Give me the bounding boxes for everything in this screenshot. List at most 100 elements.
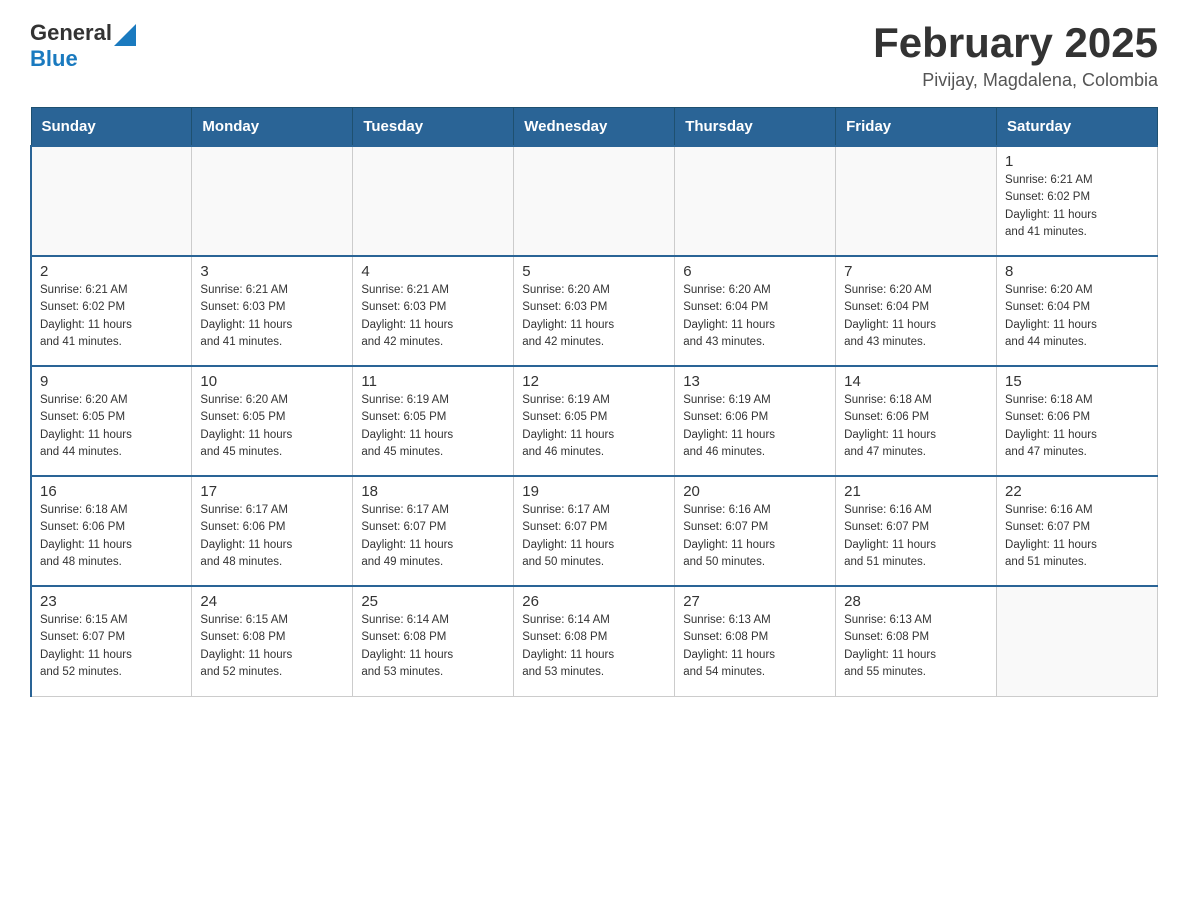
calendar-cell: 6Sunrise: 6:20 AM Sunset: 6:04 PM Daylig… (675, 256, 836, 366)
day-info: Sunrise: 6:21 AM Sunset: 6:02 PM Dayligh… (1005, 172, 1149, 241)
logo-general-text: General (30, 20, 112, 46)
calendar-cell (514, 146, 675, 256)
calendar-cell: 26 Sunrise: 6:14 AM Sunset: 6:08 PM Dayli… (514, 586, 675, 696)
day-number: 4 (361, 263, 505, 280)
calendar-cell: 1 Sunrise: 6:21 AM Sunset: 6:02 PM Daylig… (997, 146, 1158, 256)
calendar-cell: 12 Sunrise: 6:19 AM Sunset: 6:05 PM Dayli… (514, 366, 675, 476)
day-number: 10 (200, 373, 344, 390)
weekday-header-wednesday: Wednesday (514, 108, 675, 147)
day-number: 7 (844, 263, 988, 280)
day-info: Sunrise: 6:15 AM Sunset: 6:07 PM Dayligh… (40, 612, 183, 681)
day-number: 25 (361, 593, 505, 610)
day-number: 14 (844, 373, 988, 390)
day-info: Sunrise: 6:20 AM Sunset: 6:05 PM Dayligh… (200, 392, 344, 461)
day-number: 17 (200, 483, 344, 500)
weekday-header-monday: Monday (192, 108, 353, 147)
calendar-week-row: 23 Sunrise: 6:15 AM Sunset: 6:07 PM Dayli… (31, 586, 1158, 696)
calendar-table: SundayMondayTuesdayWednesdayThursdayFrid… (30, 107, 1158, 697)
day-number: 2 (40, 263, 183, 280)
day-number: 16 (40, 483, 183, 500)
day-number: 15 (1005, 373, 1149, 390)
day-info: Sunrise: 6:17 AM Sunset: 6:07 PM Dayligh… (361, 502, 505, 571)
calendar-cell: 22 Sunrise: 6:16 AM Sunset: 6:07 PM Dayli… (997, 476, 1158, 586)
calendar-cell: 28 Sunrise: 6:13 AM Sunset: 6:08 PM Dayli… (836, 586, 997, 696)
calendar-cell: 19 Sunrise: 6:17 AM Sunset: 6:07 PM Dayli… (514, 476, 675, 586)
day-info: Sunrise: 6:21 AM Sunset: 6:03 PM Dayligh… (361, 282, 505, 351)
calendar-cell: 8 Sunrise: 6:20 AM Sunset: 6:04 PM Daylig… (997, 256, 1158, 366)
day-info: Sunrise: 6:15 AM Sunset: 6:08 PM Dayligh… (200, 612, 344, 681)
day-info: Sunrise: 6:13 AM Sunset: 6:08 PM Dayligh… (683, 612, 827, 681)
day-info: Sunrise: 6:17 AM Sunset: 6:07 PM Dayligh… (522, 502, 666, 571)
day-number: 5 (522, 263, 666, 280)
calendar-cell: 4 Sunrise: 6:21 AM Sunset: 6:03 PM Daylig… (353, 256, 514, 366)
weekday-header-tuesday: Tuesday (353, 108, 514, 147)
day-info: Sunrise: 6:19 AM Sunset: 6:05 PM Dayligh… (361, 392, 505, 461)
day-info: Sunrise: 6:21 AM Sunset: 6:02 PM Dayligh… (40, 282, 183, 351)
day-number: 21 (844, 483, 988, 500)
weekday-header-sunday: Sunday (31, 108, 192, 147)
day-number: 12 (522, 373, 666, 390)
day-number: 20 (683, 483, 827, 500)
day-number: 13 (683, 373, 827, 390)
day-number: 24 (200, 593, 344, 610)
day-number: 1 (1005, 153, 1149, 170)
calendar-cell: 15 Sunrise: 6:18 AM Sunset: 6:06 PM Dayli… (997, 366, 1158, 476)
day-info: Sunrise: 6:16 AM Sunset: 6:07 PM Dayligh… (844, 502, 988, 571)
location-subtitle: Pivijay, Magdalena, Colombia (873, 70, 1158, 91)
day-info: Sunrise: 6:20 AM Sunset: 6:04 PM Dayligh… (844, 282, 988, 351)
day-info: Sunrise: 6:13 AM Sunset: 6:08 PM Dayligh… (844, 612, 988, 681)
calendar-cell: 10 Sunrise: 6:20 AM Sunset: 6:05 PM Dayli… (192, 366, 353, 476)
day-info: Sunrise: 6:19 AM Sunset: 6:05 PM Dayligh… (522, 392, 666, 461)
calendar-cell: 25 Sunrise: 6:14 AM Sunset: 6:08 PM Dayli… (353, 586, 514, 696)
calendar-cell: 2 Sunrise: 6:21 AM Sunset: 6:02 PM Daylig… (31, 256, 192, 366)
weekday-header-thursday: Thursday (675, 108, 836, 147)
month-title: February 2025 (873, 20, 1158, 66)
day-info: Sunrise: 6:18 AM Sunset: 6:06 PM Dayligh… (40, 502, 183, 571)
page-header: General Blue February 2025 Pivijay, Magd… (30, 20, 1158, 91)
day-number: 22 (1005, 483, 1149, 500)
calendar-cell: 14 Sunrise: 6:18 AM Sunset: 6:06 PM Dayli… (836, 366, 997, 476)
day-info: Sunrise: 6:20 AM Sunset: 6:04 PM Dayligh… (1005, 282, 1149, 351)
day-number: 23 (40, 593, 183, 610)
calendar-cell (192, 146, 353, 256)
weekday-header-friday: Friday (836, 108, 997, 147)
calendar-cell: 16 Sunrise: 6:18 AM Sunset: 6:06 PM Dayli… (31, 476, 192, 586)
day-number: 8 (1005, 263, 1149, 280)
day-info: Sunrise: 6:20 AM Sunset: 6:05 PM Dayligh… (40, 392, 183, 461)
calendar-week-row: 9Sunrise: 6:20 AM Sunset: 6:05 PM Daylig… (31, 366, 1158, 476)
calendar-cell: 21 Sunrise: 6:16 AM Sunset: 6:07 PM Dayli… (836, 476, 997, 586)
calendar-cell: 17Sunrise: 6:17 AM Sunset: 6:06 PM Dayli… (192, 476, 353, 586)
calendar-cell: 24 Sunrise: 6:15 AM Sunset: 6:08 PM Dayli… (192, 586, 353, 696)
day-info: Sunrise: 6:19 AM Sunset: 6:06 PM Dayligh… (683, 392, 827, 461)
calendar-cell: 18Sunrise: 6:17 AM Sunset: 6:07 PM Dayli… (353, 476, 514, 586)
calendar-cell: 23 Sunrise: 6:15 AM Sunset: 6:07 PM Dayli… (31, 586, 192, 696)
calendar-week-row: 16 Sunrise: 6:18 AM Sunset: 6:06 PM Dayli… (31, 476, 1158, 586)
calendar-cell: 13 Sunrise: 6:19 AM Sunset: 6:06 PM Dayli… (675, 366, 836, 476)
day-info: Sunrise: 6:14 AM Sunset: 6:08 PM Dayligh… (522, 612, 666, 681)
logo-blue-text: Blue (30, 46, 78, 72)
calendar-cell (353, 146, 514, 256)
calendar-cell (31, 146, 192, 256)
day-info: Sunrise: 6:14 AM Sunset: 6:08 PM Dayligh… (361, 612, 505, 681)
logo-arrow-icon (114, 24, 136, 46)
calendar-cell: 20Sunrise: 6:16 AM Sunset: 6:07 PM Dayli… (675, 476, 836, 586)
calendar-header-row: SundayMondayTuesdayWednesdayThursdayFrid… (31, 108, 1158, 147)
day-number: 26 (522, 593, 666, 610)
calendar-cell: 11 Sunrise: 6:19 AM Sunset: 6:05 PM Dayli… (353, 366, 514, 476)
header-right: February 2025 Pivijay, Magdalena, Colomb… (873, 20, 1158, 91)
day-info: Sunrise: 6:16 AM Sunset: 6:07 PM Dayligh… (1005, 502, 1149, 571)
calendar-cell (997, 586, 1158, 696)
calendar-cell: 9Sunrise: 6:20 AM Sunset: 6:05 PM Daylig… (31, 366, 192, 476)
calendar-week-row: 1 Sunrise: 6:21 AM Sunset: 6:02 PM Daylig… (31, 146, 1158, 256)
calendar-cell: 5 Sunrise: 6:20 AM Sunset: 6:03 PM Daylig… (514, 256, 675, 366)
calendar-cell (836, 146, 997, 256)
day-info: Sunrise: 6:20 AM Sunset: 6:03 PM Dayligh… (522, 282, 666, 351)
day-number: 11 (361, 373, 505, 390)
calendar-cell (675, 146, 836, 256)
day-number: 28 (844, 593, 988, 610)
day-info: Sunrise: 6:18 AM Sunset: 6:06 PM Dayligh… (1005, 392, 1149, 461)
day-number: 19 (522, 483, 666, 500)
day-info: Sunrise: 6:18 AM Sunset: 6:06 PM Dayligh… (844, 392, 988, 461)
calendar-cell: 7 Sunrise: 6:20 AM Sunset: 6:04 PM Daylig… (836, 256, 997, 366)
calendar-cell: 3Sunrise: 6:21 AM Sunset: 6:03 PM Daylig… (192, 256, 353, 366)
